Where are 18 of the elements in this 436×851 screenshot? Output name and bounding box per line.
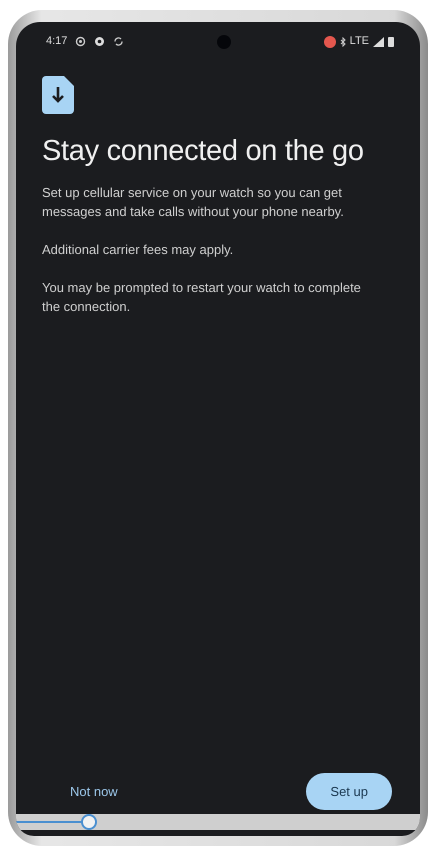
record-dot-icon	[324, 36, 336, 48]
description-text: You may be prompted to restart your watch to complete the connection.	[42, 278, 362, 316]
signal-icon	[373, 36, 384, 46]
bluetooth-icon	[340, 36, 346, 46]
playback-thumb[interactable]	[80, 814, 97, 830]
battery-icon	[388, 36, 394, 47]
page-title: Stay connected on the go	[42, 134, 365, 169]
description-text: Set up cellular service on your watch so you can get messages and take calls without your phone nearby.	[42, 184, 345, 221]
description-text: Additional carrier fees may apply.	[42, 240, 234, 259]
settings-icon	[94, 36, 106, 47]
network-label: LTE	[350, 34, 369, 50]
sync-icon	[113, 36, 124, 47]
playback-bar[interactable]	[16, 814, 420, 830]
location-icon	[75, 36, 86, 47]
sim-download-icon	[42, 76, 74, 114]
set-up-button[interactable]: Set up	[306, 772, 392, 810]
status-time: 4:17	[46, 34, 68, 50]
text-button[interactable]: Not now	[62, 778, 126, 805]
